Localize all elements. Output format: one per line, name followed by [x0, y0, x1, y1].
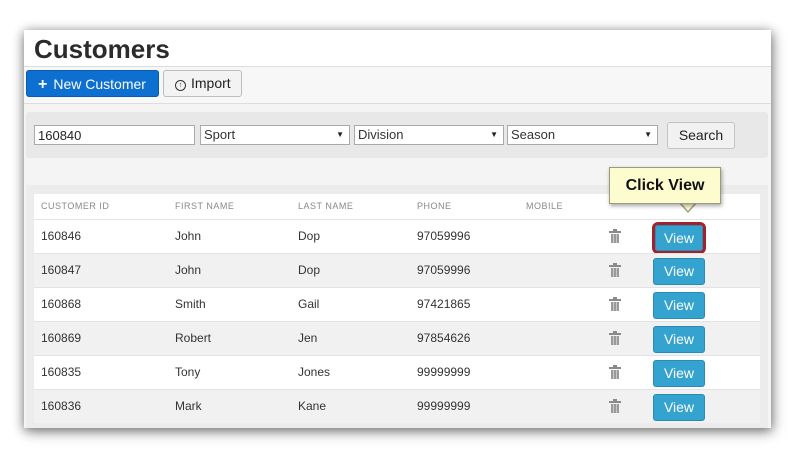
- last-name-cell: Gail: [298, 297, 320, 311]
- chevron-down-icon: ▼: [644, 130, 652, 139]
- phone-cell: 99999999: [417, 399, 471, 413]
- view-button[interactable]: View: [653, 394, 705, 421]
- customer-id-cell: 160847: [41, 263, 82, 277]
- trash-icon[interactable]: [609, 263, 621, 277]
- page-title: Customers: [34, 34, 170, 64]
- click-view-callout: Click View: [609, 167, 721, 204]
- customer-id-cell: 160835: [41, 365, 82, 379]
- trash-icon[interactable]: [609, 331, 621, 345]
- column-header-last-name: LAST NAME: [298, 201, 354, 211]
- first-name-cell: Robert: [175, 331, 212, 345]
- view-button[interactable]: View: [653, 360, 705, 387]
- chevron-down-icon: ▼: [490, 130, 498, 139]
- phone-cell: 97421865: [417, 297, 471, 311]
- new-customer-label: New Customer: [53, 76, 146, 92]
- table-row: 160868 Smith Gail 97421865 View: [34, 287, 760, 321]
- search-button[interactable]: Search: [667, 122, 735, 149]
- season-select[interactable]: Season ▼: [507, 125, 658, 145]
- trash-icon[interactable]: [609, 365, 621, 379]
- first-name-cell: Smith: [175, 297, 206, 311]
- view-button[interactable]: View: [652, 222, 706, 254]
- import-label: Import: [191, 75, 231, 91]
- sport-select-value: Sport: [204, 127, 236, 142]
- first-name-cell: John: [175, 263, 202, 277]
- sport-select[interactable]: Sport ▼: [200, 125, 350, 145]
- column-header-mobile: MOBILE: [526, 201, 564, 211]
- app-window: Customers + New Customer ↑ Import Sport ▼ …: [24, 30, 771, 428]
- toolbar: + New Customer ↑ Import: [24, 67, 771, 104]
- phone-cell: 97854626: [417, 331, 471, 345]
- table-row: 160869 Robert Jen 97854626 View: [34, 321, 760, 355]
- customers-table: CUSTOMER ID FIRST NAME LAST NAME PHONE M…: [34, 194, 760, 423]
- plus-icon: +: [38, 76, 48, 93]
- phone-cell: 97059996: [417, 229, 471, 243]
- results-panel: CUSTOMER ID FIRST NAME LAST NAME PHONE M…: [26, 185, 768, 428]
- phone-cell: 97059996: [417, 263, 471, 277]
- first-name-cell: Tony: [175, 365, 201, 379]
- first-name-cell: John: [175, 229, 202, 243]
- trash-icon[interactable]: [609, 399, 621, 413]
- division-select-value: Division: [358, 127, 404, 142]
- column-header-phone: PHONE: [417, 201, 452, 211]
- trash-icon[interactable]: [609, 297, 621, 311]
- column-header-customer-id: CUSTOMER ID: [41, 201, 110, 211]
- first-name-cell: Mark: [175, 399, 202, 413]
- view-button[interactable]: View: [653, 292, 705, 319]
- season-select-value: Season: [511, 127, 556, 142]
- customer-id-cell: 160846: [41, 229, 82, 243]
- table-row: 160847 John Dop 97059996 View: [34, 253, 760, 287]
- table-row: 160835 Tony Jones 99999999 View: [34, 355, 760, 389]
- customer-id-input[interactable]: [34, 125, 195, 145]
- last-name-cell: Dop: [298, 229, 321, 243]
- division-select[interactable]: Division ▼: [354, 125, 504, 145]
- phone-cell: 99999999: [417, 365, 471, 379]
- search-panel: Sport ▼ Division ▼ Season ▼ Search: [26, 112, 768, 158]
- customer-id-cell: 160868: [41, 297, 82, 311]
- view-button[interactable]: View: [653, 258, 705, 285]
- table-row: 160846 John Dop 97059996 View: [34, 219, 760, 254]
- new-customer-button[interactable]: + New Customer: [26, 70, 159, 97]
- last-name-cell: Dop: [298, 263, 321, 277]
- last-name-cell: Jones: [298, 365, 331, 379]
- last-name-cell: Jen: [298, 331, 318, 345]
- last-name-cell: Kane: [298, 399, 327, 413]
- customer-id-cell: 160836: [41, 399, 82, 413]
- import-icon: ↑: [175, 80, 186, 91]
- column-header-first-name: FIRST NAME: [175, 201, 235, 211]
- table-row: 160836 Mark Kane 99999999 View: [34, 389, 760, 423]
- view-button[interactable]: View: [653, 326, 705, 353]
- import-button[interactable]: ↑ Import: [163, 70, 242, 97]
- chevron-down-icon: ▼: [336, 130, 344, 139]
- customer-id-cell: 160869: [41, 331, 82, 345]
- page-header: Customers: [24, 30, 771, 67]
- trash-icon[interactable]: [609, 229, 621, 243]
